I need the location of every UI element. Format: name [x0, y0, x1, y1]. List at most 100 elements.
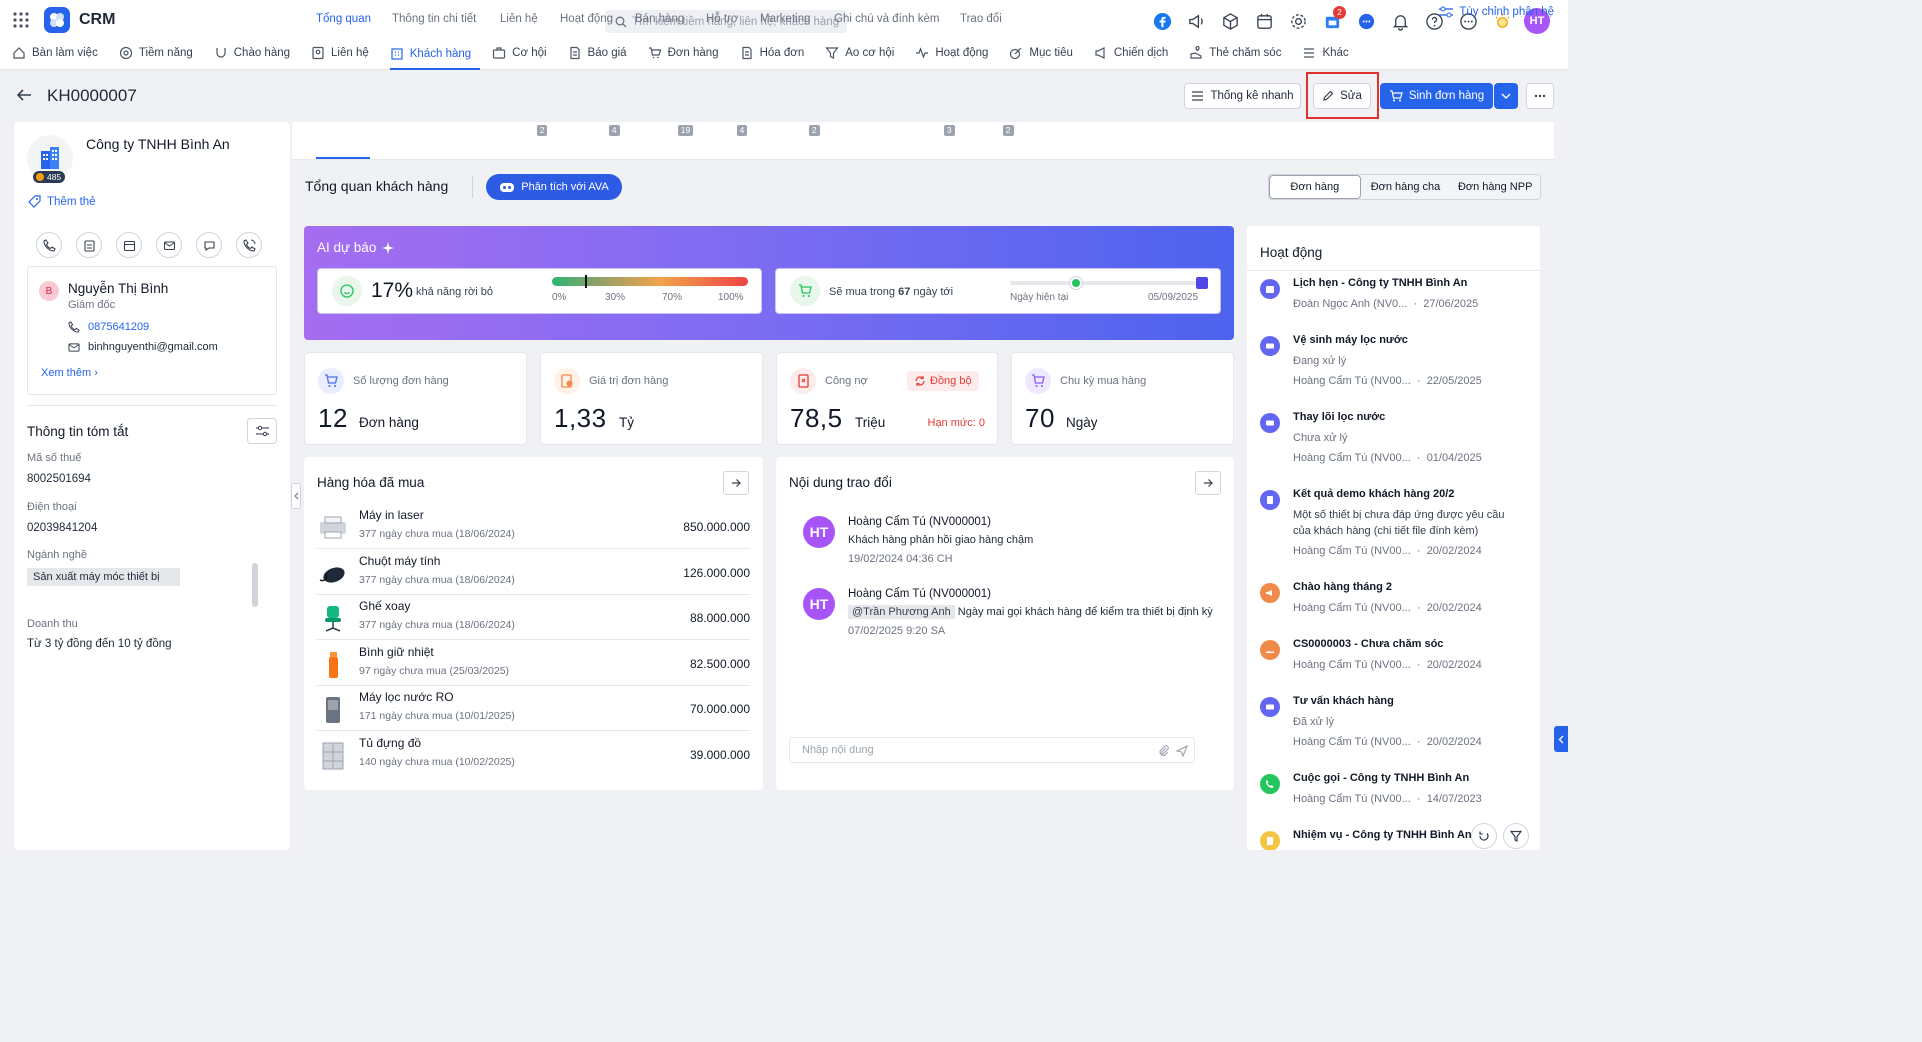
message-text: @Trần Phương Anh Ngày mai gọi khách hàng… — [848, 605, 1213, 619]
product-row[interactable]: Chuột máy tính 377 ngày chưa mua (18/06/… — [317, 550, 750, 595]
message-input[interactable]: Nhập nội dung — [789, 737, 1195, 763]
kpi-unit: Đơn hàng — [359, 415, 419, 430]
nav-item-10[interactable]: Hoạt động — [915, 40, 997, 66]
churn-risk-bar — [552, 275, 748, 288]
message-icon[interactable] — [196, 232, 222, 258]
open-products-button[interactable] — [723, 471, 749, 495]
tab-6[interactable]: Marketing — [760, 13, 811, 25]
order-type-segment: Đơn hàng Đơn hàng cha Đơn hàng NPP — [1268, 174, 1541, 200]
segment-distributor-orders[interactable]: Đơn hàng NPP — [1450, 175, 1540, 199]
doc-icon — [569, 46, 580, 60]
nav-item-3[interactable]: Liên hệ — [311, 40, 378, 66]
bell-icon[interactable] — [1388, 9, 1412, 33]
tax-code-label: Mã số thuế — [27, 452, 82, 464]
nav-item-8[interactable]: Hóa đơn — [740, 40, 814, 66]
product-row[interactable]: Ghế xoay 377 ngày chưa mua (18/06/2024) … — [317, 595, 750, 641]
home-icon — [13, 47, 25, 59]
open-discussion-button[interactable] — [1195, 471, 1221, 495]
tab-8[interactable]: Trao đổi — [960, 13, 1002, 25]
revenue-value: Từ 3 tỷ đồng đến 10 tỷ đồng — [27, 638, 172, 650]
calendar-event-icon[interactable] — [116, 232, 142, 258]
segment-orders[interactable]: Đơn hàng — [1269, 175, 1361, 199]
nav-label: Thẻ chăm sóc — [1209, 47, 1282, 59]
nav-item-14[interactable]: Khác — [1302, 40, 1357, 66]
right-drawer-toggle[interactable] — [1554, 726, 1568, 752]
collapse-sidebar-button[interactable] — [291, 483, 301, 509]
store-icon[interactable]: 2 — [1320, 6, 1346, 33]
contact-phone[interactable]: 0875641209 — [88, 321, 149, 333]
summary-settings-button[interactable] — [247, 418, 277, 444]
task-icon[interactable] — [76, 232, 102, 258]
nav-item-4[interactable]: Khách hàng — [389, 40, 481, 70]
nav-item-6[interactable]: Báo giá — [568, 40, 636, 66]
ava-analysis-button[interactable]: Phân tích với AVA — [486, 174, 622, 200]
paperclip-icon[interactable] — [1158, 745, 1170, 757]
add-tag-link[interactable]: Thêm thẻ — [28, 195, 96, 208]
filter-icon[interactable] — [1503, 823, 1529, 849]
nav-label: Cơ hội — [512, 47, 547, 59]
calendar-icon[interactable] — [1252, 9, 1276, 33]
nav-item-11[interactable]: Mục tiêu — [1009, 40, 1081, 66]
sync-button[interactable]: Đồng bộ — [907, 371, 979, 391]
product-row[interactable]: Tủ đựng đồ 140 ngày chưa mua (10/02/2025… — [317, 732, 750, 777]
tab-4[interactable]: Bán hàng — [635, 13, 684, 25]
tab-1[interactable]: Thông tin chi tiết — [392, 13, 476, 25]
customize-modules-link[interactable]: Tùy chỉnh phân hệ — [1439, 6, 1554, 18]
nav-item-0[interactable]: Bàn làm việc — [12, 40, 107, 66]
nav-item-12[interactable]: Chiến dịch — [1094, 40, 1177, 66]
robot-icon — [500, 183, 515, 192]
nav-item-2[interactable]: Chào hàng — [214, 40, 299, 66]
sidebar-scrollbar[interactable] — [252, 563, 258, 607]
create-order-dropdown[interactable] — [1494, 83, 1518, 109]
nav-label: Chào hàng — [233, 47, 291, 59]
tab-count-badge: 4 — [608, 125, 620, 136]
sparkle-icon — [382, 241, 395, 254]
message-avatar: HT — [803, 516, 835, 548]
send-icon[interactable] — [1176, 745, 1188, 757]
see-more-link[interactable]: Xem thêm › — [41, 367, 98, 379]
product-row[interactable]: Máy in laser 377 ngày chưa mua (18/06/20… — [317, 504, 750, 549]
contact-name[interactable]: Nguyễn Thị Bình — [68, 281, 168, 296]
timeline-start-label: Ngày hiện tại — [1010, 292, 1069, 303]
smile-icon — [332, 276, 362, 306]
nav-item-1[interactable]: Tiềm năng — [119, 40, 202, 66]
nav-item-13[interactable]: Thẻ chăm sóc — [1189, 40, 1290, 66]
product-amount: 126.000.000 — [683, 565, 750, 580]
more-actions-button[interactable] — [1526, 83, 1554, 109]
facebook-icon[interactable] — [1150, 9, 1174, 33]
phone-call-icon[interactable] — [236, 232, 262, 258]
tab-5[interactable]: Hỗ trợ — [706, 13, 738, 25]
tab-0[interactable]: Tổng quan — [316, 13, 371, 25]
product-row[interactable]: Máy lọc nước RO 171 ngày chưa mua (10/01… — [317, 686, 750, 732]
product-name: Chuột máy tính — [359, 553, 441, 568]
activity-date: 20/02/2024 — [1426, 659, 1482, 671]
quick-stats-button[interactable]: Thống kê nhanh — [1184, 83, 1301, 109]
app-grid-icon[interactable] — [12, 11, 30, 29]
back-arrow-icon[interactable] — [16, 88, 32, 102]
points-badge: 485 — [33, 171, 66, 183]
product-row[interactable]: Bình giữ nhiệt 97 ngày chưa mua (25/03/2… — [317, 641, 750, 686]
nav-item-9[interactable]: Ao cơ hội — [825, 40, 903, 66]
tab-7[interactable]: Ghi chú và đính kèm — [834, 13, 939, 25]
contact-phone-row[interactable]: 0875641209 — [68, 321, 149, 333]
email-icon[interactable] — [156, 232, 182, 258]
settings-gear-icon[interactable] — [1286, 9, 1310, 33]
mention-tag[interactable]: @Trần Phương Anh — [848, 605, 955, 619]
timeline-end-label: 05/09/2025 — [1148, 292, 1199, 303]
refresh-icon[interactable] — [1471, 823, 1497, 849]
nav-item-7[interactable]: Đơn hàng — [648, 40, 728, 66]
chat-icon[interactable] — [1354, 9, 1378, 33]
message-avatar: HT — [803, 588, 835, 620]
nav-item-5[interactable]: Cơ hội — [492, 40, 555, 66]
call-icon[interactable] — [36, 232, 62, 258]
discussion-title: Nội dung trao đổi — [789, 475, 892, 490]
crm-logo-icon[interactable] — [44, 7, 70, 33]
megaphone-icon[interactable] — [1184, 9, 1208, 33]
mail-icon — [68, 342, 80, 352]
tab-3[interactable]: Hoạt động — [560, 13, 613, 25]
create-order-button[interactable]: Sinh đơn hàng — [1380, 83, 1493, 109]
segment-parent-orders[interactable]: Đơn hàng cha — [1361, 175, 1451, 199]
tab-2[interactable]: Liên hệ — [500, 13, 538, 25]
box-icon[interactable] — [1218, 9, 1242, 33]
kpi-unit: Triệu — [855, 415, 886, 430]
